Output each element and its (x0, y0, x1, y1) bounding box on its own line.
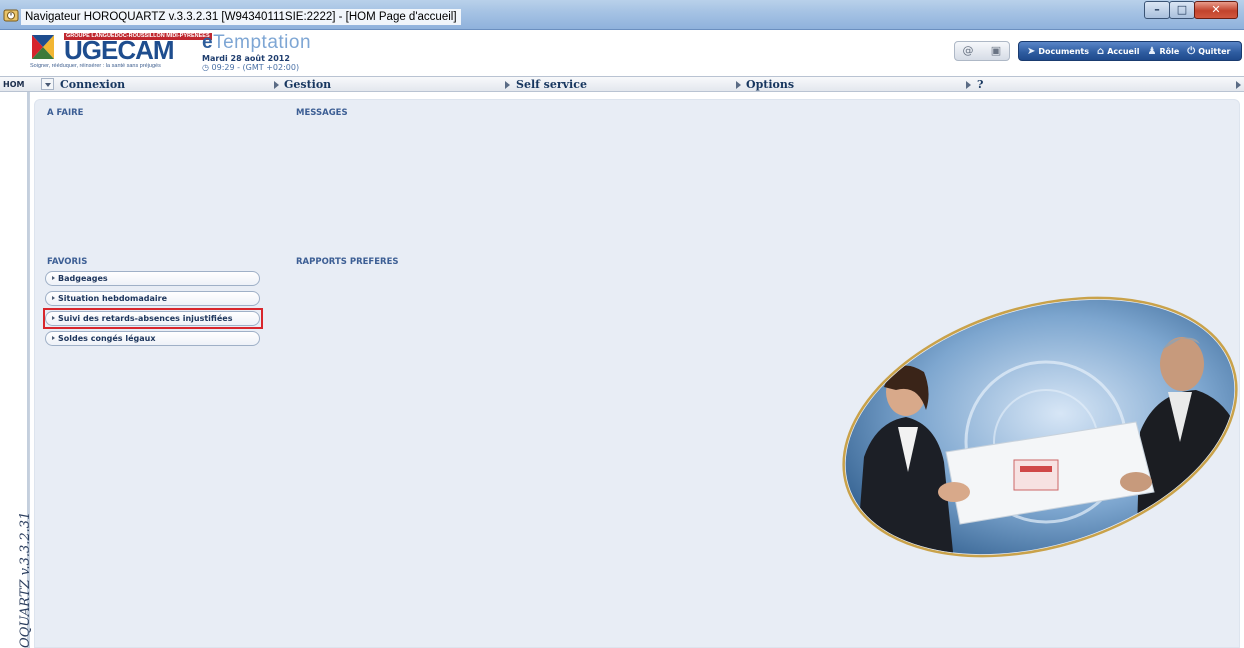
menu-arrow-icon (966, 81, 971, 89)
brand-e: e (202, 32, 214, 53)
messages-title: MESSAGES (296, 108, 348, 118)
menu-arrow-icon (1236, 81, 1241, 89)
window-title: Navigateur HOROQUARTZ v.3.3.2.31 [W94340… (21, 9, 461, 25)
role-label: Rôle (1159, 46, 1180, 56)
menu-arrow-icon (274, 81, 279, 89)
accueil-button[interactable]: ⌂ Accueil (1097, 46, 1139, 57)
brand-title: eTemptation (202, 33, 311, 53)
app-icon (3, 9, 19, 22)
window-titlebar: Navigateur HOROQUARTZ v.3.3.2.31 [W94340… (0, 0, 1244, 30)
current-date: Mardi 28 août 2012 (202, 54, 290, 63)
menu-arrow-icon (505, 81, 510, 89)
power-icon: ⏻ (1187, 45, 1196, 57)
app-header: GROUPE LANGUEDOC-ROUSSILLON MIDI-PYRÉNÉE… (0, 30, 1244, 76)
menu-hom-label: HOM (3, 80, 25, 89)
a-faire-title: A FAIRE (47, 108, 84, 118)
save-icon[interactable]: ▣ (989, 45, 1003, 57)
current-time: ◷ 09:29 - (GMT +02:00) (202, 63, 299, 72)
favorite-suivi-retards[interactable]: Suivi des retards-absences injustifiées (45, 311, 260, 326)
window-controls: – □ ✕ (1144, 1, 1238, 20)
favorite-badgeages[interactable]: Badgeages (45, 271, 260, 286)
close-button[interactable]: ✕ (1194, 1, 1238, 19)
menu-help[interactable]: ? (977, 77, 983, 92)
favorite-soldes-conges[interactable]: Soldes congés légaux (45, 331, 260, 346)
menu-gestion[interactable]: Gestion (284, 77, 331, 92)
documents-icon: ➤ (1027, 45, 1036, 57)
current-time-value: 09:29 - (GMT +02:00) (211, 63, 300, 72)
logo-name: UGECAM (64, 35, 175, 65)
tool-icons-group: @ ▣ (954, 41, 1010, 61)
quitter-button[interactable]: ⏻ Quitter (1187, 46, 1230, 57)
rapports-title: RAPPORTS PREFERES (296, 257, 399, 267)
ugecam-logo: GROUPE LANGUEDOC-ROUSSILLON MIDI-PYRÉNÉE… (30, 32, 212, 72)
home-icon: ⌂ (1097, 45, 1105, 57)
menu-connexion[interactable]: Connexion (60, 77, 125, 92)
maximize-button[interactable]: □ (1169, 1, 1195, 19)
minimize-button[interactable]: – (1144, 1, 1170, 19)
documents-label: Documents (1038, 46, 1090, 56)
nav-buttons-bar: ➤ Documents ⌂ Accueil ♟ Rôle ⏻ Quitter (1018, 41, 1242, 61)
role-button[interactable]: ♟ Rôle (1147, 46, 1179, 57)
favorite-situation-hebdomadaire[interactable]: Situation hebdomadaire (45, 291, 260, 306)
brand-rest: Temptation (213, 32, 312, 53)
menu-bar: HOM Connexion Gestion Self service Optio… (0, 76, 1244, 92)
menu-dropdown-toggle[interactable] (41, 78, 54, 90)
favoris-title: FAVORIS (47, 257, 88, 267)
clock-icon: ◷ (202, 63, 212, 72)
accueil-label: Accueil (1107, 46, 1140, 56)
logo-slogan: Soigner, rééduquer, réinsérer : la santé… (30, 63, 161, 69)
logo-flag-icon (32, 35, 54, 59)
menu-options[interactable]: Options (746, 77, 794, 92)
business-handshake-illustration (836, 292, 1244, 562)
role-icon: ♟ (1147, 45, 1157, 57)
quitter-label: Quitter (1198, 46, 1231, 56)
documents-button[interactable]: ➤ Documents (1027, 46, 1089, 57)
menu-arrow-icon (736, 81, 741, 89)
at-icon[interactable]: @ (961, 45, 975, 57)
menu-self-service[interactable]: Self service (516, 77, 587, 92)
version-vertical-text: OQUARTZ v.3.3.2.31 (18, 511, 33, 648)
